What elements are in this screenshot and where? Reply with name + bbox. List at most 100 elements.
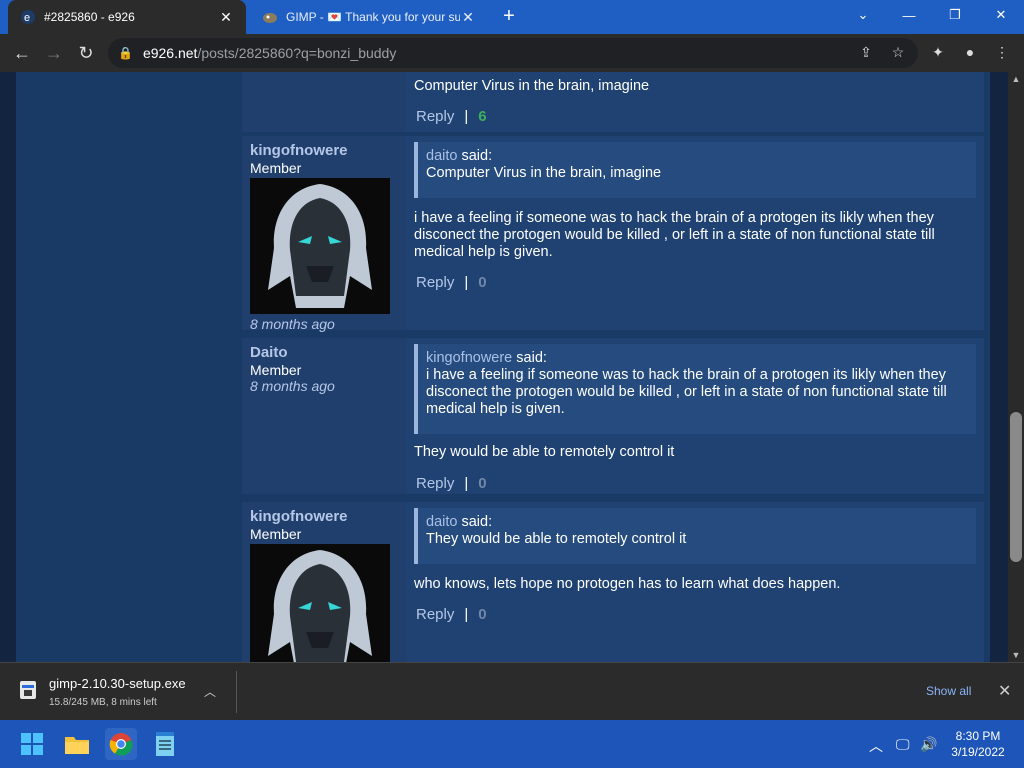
tab-search-chevron-icon[interactable]: ⌄ (840, 0, 886, 30)
quote-author-link[interactable]: daito (426, 148, 457, 164)
reload-button[interactable]: ↻ (72, 39, 100, 67)
comment-post: Daito Member 8 months ago kingofnowere s… (242, 338, 984, 494)
browser-toolbar: ← → ↻ 🔒 e926.net/posts/2825860?q=bonzi_b… (0, 34, 1024, 72)
tab-strip: e #2825860 - e926 ✕ GIMP - 💌 Thank you f… (0, 0, 1024, 34)
author-name-link[interactable]: kingofnowere (250, 142, 398, 159)
network-icon[interactable]: 🖵 (896, 736, 910, 753)
installer-file-icon (20, 681, 36, 699)
scrollbar-track[interactable] (1008, 72, 1024, 662)
author-name-link[interactable]: Daito (250, 344, 398, 361)
separator: | (464, 108, 469, 125)
score-value[interactable]: 0 (478, 606, 486, 623)
avatar[interactable] (250, 178, 390, 314)
avatar-image (250, 544, 390, 662)
comment-text: Computer Virus in the brain, imagine (414, 78, 650, 94)
right-margin (990, 72, 1008, 662)
url-path: /posts/2825860?q=bonzi_buddy (197, 45, 397, 61)
quote-block: daito said: Computer Virus in the brain,… (414, 142, 976, 198)
restore-button[interactable]: ❐ (932, 0, 978, 30)
e926-favicon-icon: e (21, 10, 35, 24)
profile-icon[interactable]: ● (960, 42, 980, 62)
comment-body: kingofnowere said: i have a feeling if s… (414, 338, 976, 492)
volume-icon[interactable]: 🔊 (920, 736, 937, 753)
comment-post: kingofnowere Member 8 months ago daito s… (242, 136, 984, 332)
quote-author-link[interactable]: daito (426, 514, 457, 530)
url-host: e926.net (142, 45, 198, 61)
quote-text: i have a feeling if someone was to hack … (426, 367, 947, 417)
comment-body: daito said: Computer Virus in the brain,… (414, 136, 976, 291)
page-content: Computer Virus in the brain, imagine Rep… (0, 72, 1024, 662)
clock-time: 8:30 PM (955, 729, 1001, 743)
bookmark-star-icon[interactable]: ☆ (888, 42, 908, 62)
forward-button[interactable]: → (40, 39, 68, 67)
quote-block: daito said: They would be able to remote… (414, 508, 976, 564)
quote-author-link[interactable]: kingofnowere (426, 350, 512, 366)
reply-link[interactable]: Reply (416, 606, 454, 623)
left-margin (0, 72, 16, 662)
reply-link[interactable]: Reply (416, 475, 454, 492)
download-filename[interactable]: gimp-2.10.30-setup.exe (49, 676, 186, 691)
author-name-link[interactable]: kingofnowere (250, 508, 398, 525)
score-value[interactable]: 6 (478, 108, 486, 125)
new-tab-button[interactable]: + (498, 5, 520, 27)
quote-said: said: (461, 148, 493, 164)
system-clock[interactable]: 8:30 PM 3/19/2022 (950, 728, 1006, 760)
tray-overflow-chevron-icon[interactable]: ︿ (869, 736, 883, 756)
minimize-button[interactable]: — (886, 0, 932, 30)
chrome-icon[interactable] (105, 728, 137, 760)
divider (236, 671, 237, 713)
score-value[interactable]: 0 (478, 274, 486, 291)
comment-post: kingofnowere Member daito said: They wou… (242, 502, 984, 662)
tab-e926[interactable]: e #2825860 - e926 ✕ (8, 0, 246, 34)
comment-actions: Reply | 0 (414, 475, 976, 492)
share-icon[interactable]: ⇪ (856, 42, 876, 62)
post-timestamp[interactable]: 8 months ago (250, 316, 398, 332)
svg-text:e: e (24, 12, 30, 24)
score-value[interactable]: 0 (478, 475, 486, 492)
show-all-downloads-link[interactable]: Show all (926, 684, 971, 698)
comment-author-panel: Daito Member 8 months ago (242, 338, 406, 494)
gimp-favicon-icon (263, 13, 277, 23)
separator: | (464, 606, 469, 623)
notepad-icon[interactable] (149, 728, 181, 760)
tab-close-icon[interactable]: ✕ (460, 9, 476, 26)
scrollbar-thumb[interactable] (1010, 412, 1022, 562)
quote-said: said: (516, 350, 547, 366)
comment-author-panel: kingofnowere Member (242, 502, 406, 662)
separator: | (464, 274, 469, 291)
download-status: 15.8/245 MB, 8 mins left (49, 697, 157, 708)
reply-link[interactable]: Reply (416, 108, 454, 125)
avatar[interactable] (250, 544, 390, 662)
back-button[interactable]: ← (8, 39, 36, 67)
windows-start-icon[interactable] (16, 728, 48, 760)
scroll-up-arrow-icon[interactable]: ▲ (1008, 72, 1024, 86)
comment-body: daito said: They would be able to remote… (414, 502, 976, 623)
post-timestamp[interactable]: 8 months ago (250, 378, 398, 394)
comment-text: who knows, lets hope no protogen has to … (414, 576, 841, 592)
comment-actions: Reply | 0 (414, 606, 976, 623)
comment-body: Computer Virus in the brain, imagine Rep… (414, 72, 976, 125)
quote-block: kingofnowere said: i have a feeling if s… (414, 344, 976, 434)
close-window-button[interactable]: ✕ (978, 0, 1024, 30)
tab-title: #2825860 - e926 (44, 10, 135, 24)
quote-said: said: (461, 514, 493, 530)
file-explorer-icon[interactable] (61, 728, 93, 760)
close-download-bar-icon[interactable]: ✕ (998, 681, 1011, 701)
tab-close-icon[interactable]: ✕ (218, 9, 234, 26)
scroll-down-arrow-icon[interactable]: ▼ (1008, 648, 1024, 662)
address-bar[interactable]: 🔒 e926.net/posts/2825860?q=bonzi_buddy (108, 38, 918, 68)
clock-date: 3/19/2022 (951, 745, 1005, 759)
extensions-icon[interactable]: ✦ (928, 42, 948, 62)
tab-gimp[interactable]: GIMP - 💌 Thank you for your su ✕ (250, 0, 488, 34)
separator: | (464, 475, 469, 492)
comment-text: i have a feeling if someone was to hack … (414, 210, 935, 260)
lock-icon[interactable]: 🔒 (118, 46, 133, 60)
reply-link[interactable]: Reply (416, 274, 454, 291)
menu-kebab-icon[interactable]: ⋮ (992, 42, 1012, 62)
author-role: Member (250, 362, 302, 378)
quote-text: Computer Virus in the brain, imagine (426, 165, 662, 181)
comment-actions: Reply | 0 (414, 274, 976, 291)
avatar-image (250, 178, 390, 314)
quote-text: They would be able to remotely control i… (426, 531, 687, 547)
download-options-chevron-icon[interactable]: ︿ (204, 683, 216, 700)
